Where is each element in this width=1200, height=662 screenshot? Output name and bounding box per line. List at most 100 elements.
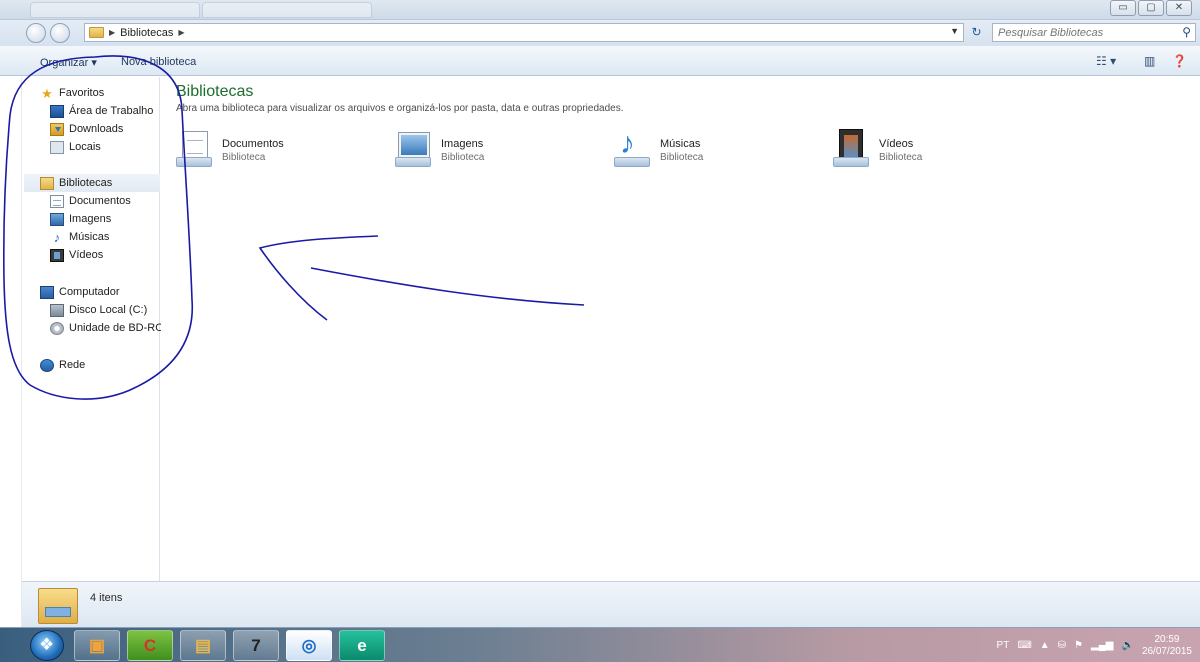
details-pane: 4 itens [22,581,1200,627]
taskbar: ▣ C ▤ 7 ◎ e PT ⌨ ▲ ⛁ ⚑ ▂▄▆ 🔈 20:59 26/07… [0,627,1200,662]
refresh-button[interactable]: ↻ [967,25,986,41]
nav-computer-label: Computador [59,286,120,298]
nav-network[interactable]: Rede [40,356,85,374]
usb-device-icon[interactable]: ⛁ [1058,640,1066,651]
music-library-icon: ♪ [614,129,650,169]
page-description: Abra uma biblioteca para visualizar os a… [176,103,624,114]
clock[interactable]: 20:59 26/07/2015 [1142,634,1192,658]
music-note-icon: ♪ [53,229,61,245]
taskbar-app-ccleaner-icon[interactable]: C [127,630,173,661]
nav-network-label: Rede [59,359,86,371]
optical-disc-icon [50,321,64,335]
background-tab[interactable] [30,2,200,18]
volume-icon[interactable]: 🔈 [1121,640,1133,651]
nav-item-downloads[interactable]: Downloads [50,120,123,138]
nav-item-label: Documentos [69,195,131,207]
downloads-icon [50,122,64,136]
system-tray: PT ⌨ ▲ ⛁ ⚑ ▂▄▆ 🔈 20:59 26/07/2015 [997,628,1192,662]
network-icon [40,358,54,372]
library-name: Músicas [660,138,701,150]
language-indicator[interactable]: PT [997,640,1010,651]
taskbar-app-browser-icon[interactable]: ◎ [286,630,332,661]
search-box[interactable]: ⚲ [992,23,1196,42]
library-type: Biblioteca [879,152,923,163]
nav-item-label: Vídeos [69,249,104,261]
window-title-bar: ▭ ▢ ✕ [0,0,1200,20]
hard-disk-icon [50,303,64,317]
nav-item-local-disk[interactable]: Disco Local (C:) [50,301,147,319]
preview-pane-icon[interactable]: ▥ [1144,54,1155,68]
nav-libraries[interactable]: Bibliotecas [24,174,160,192]
library-item-documents[interactable]: Documentos Biblioteca [176,129,376,173]
library-item-music[interactable]: ♪ Músicas Biblioteca [614,129,814,173]
nav-item-label: Locais [69,141,101,153]
desktop-icon [50,104,64,118]
library-item-pictures[interactable]: Imagens Biblioteca [395,129,595,173]
view-options-icon[interactable]: ☷ ▾ [1096,54,1116,68]
breadcrumb-arrow-icon[interactable]: ▶ [178,28,184,37]
nav-item-label: Unidade de BD-ROM [69,322,173,334]
nav-item-desktop[interactable]: Área de Trabalho [50,102,153,120]
background-tab[interactable] [202,2,372,18]
library-name: Vídeos [879,138,914,150]
nav-item-music[interactable]: ♪ Músicas [50,228,110,246]
documents-icon [50,194,64,208]
taskbar-app-explorer-icon[interactable]: ▤ [180,630,226,661]
minimize-button[interactable]: ▭ [1110,0,1136,16]
address-row: ▶ Bibliotecas ▶ ▼ ↻ ⚲ [0,20,1200,46]
address-dropdown-icon[interactable]: ▼ [950,26,959,36]
left-edge [0,77,22,627]
network-signal-icon[interactable]: ▂▄▆ [1091,640,1113,651]
library-item-videos[interactable]: Vídeos Biblioteca [833,129,1033,173]
page-title: Bibliotecas [176,83,254,100]
new-library-button[interactable]: Nova biblioteca [121,56,196,68]
video-film-icon [50,248,64,262]
content-area: Bibliotecas Abra uma biblioteca para vis… [161,77,1200,581]
nav-item-bd-rom[interactable]: Unidade de BD-ROM [50,319,173,337]
maximize-button[interactable]: ▢ [1138,0,1164,16]
search-input[interactable] [993,24,1163,41]
nav-favorites-label: Favoritos [59,87,105,99]
forward-button[interactable] [50,23,70,43]
nav-item-documents[interactable]: Documentos [50,192,131,210]
library-name: Documentos [222,138,284,150]
nav-item-label: Disco Local (C:) [69,304,148,316]
nav-libraries-label: Bibliotecas [59,177,113,189]
organize-menu-button[interactable]: Organizar ▾ [40,56,97,69]
documents-library-icon [176,129,212,169]
pictures-icon [50,212,64,226]
pictures-library-icon [395,129,431,169]
breadcrumb-libraries[interactable]: Bibliotecas [120,27,173,39]
taskbar-app-media-icon[interactable]: ▣ [74,630,120,661]
show-hidden-icons-icon[interactable]: ▲ [1040,640,1050,651]
nav-item-places[interactable]: Locais [50,138,101,156]
organize-label: Organizar [40,57,89,69]
library-type: Biblioteca [222,152,266,163]
nav-item-label: Downloads [69,123,124,135]
chevron-down-icon: ▾ [91,57,97,69]
flag-icon[interactable]: ⚑ [1074,640,1083,651]
taskbar-app-eset-icon[interactable]: e [339,630,385,661]
nav-item-videos[interactable]: Vídeos [50,246,103,264]
nav-item-label: Músicas [69,231,110,243]
navigation-pane: ★ Favoritos Área de Trabalho Downloads L… [22,77,173,581]
library-type: Biblioteca [441,152,485,163]
clock-time: 20:59 [1154,633,1180,645]
computer-icon [40,285,54,299]
help-icon[interactable]: ❓ [1172,54,1187,68]
nav-item-pictures[interactable]: Imagens [50,210,111,228]
keyboard-icon[interactable]: ⌨ [1017,640,1031,651]
window-controls: ▭ ▢ ✕ [1110,0,1192,16]
start-button[interactable] [30,630,64,661]
close-button[interactable]: ✕ [1166,0,1192,16]
back-button[interactable] [26,23,46,43]
libraries-folder-icon [38,588,78,624]
nav-computer[interactable]: Computador [40,283,120,301]
taskbar-app-7zip-icon[interactable]: 7 [233,630,279,661]
search-icon[interactable]: ⚲ [1182,25,1191,39]
nav-favorites[interactable]: ★ Favoritos [40,84,104,102]
breadcrumb-arrow-icon[interactable]: ▶ [109,28,115,37]
address-bar[interactable]: ▶ Bibliotecas ▶ ▼ [84,23,964,42]
libraries-folder-icon [89,27,104,38]
recent-places-icon [50,140,64,154]
